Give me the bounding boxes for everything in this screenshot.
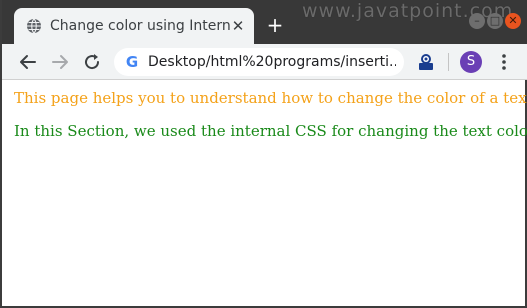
close-icon[interactable]: ✕ bbox=[505, 13, 521, 29]
more-menu-icon[interactable] bbox=[494, 51, 514, 73]
minimize-icon[interactable]: – bbox=[469, 13, 485, 29]
plus-icon[interactable]: + bbox=[264, 14, 286, 36]
url-text[interactable]: Desktop/html%20programs/inserti... bbox=[148, 53, 396, 71]
tab-title: Change color using Intern bbox=[50, 18, 230, 34]
browser-toolbar: G Desktop/html%20programs/inserti... S bbox=[2, 44, 527, 80]
green-paragraph: In this Section, we used the internal CS… bbox=[14, 122, 527, 140]
maximize-icon[interactable]: □ bbox=[487, 13, 503, 29]
browser-window: Change color using Intern ✕ + www.javatp… bbox=[0, 0, 527, 308]
arrow-right-icon[interactable] bbox=[48, 50, 72, 74]
toolbar-divider bbox=[448, 53, 449, 71]
profile-avatar[interactable]: S bbox=[460, 51, 482, 73]
arrow-left-icon[interactable] bbox=[16, 50, 40, 74]
extension-icon[interactable] bbox=[416, 52, 436, 72]
page-content: This page helps you to understand how to… bbox=[2, 81, 527, 306]
address-bar[interactable]: G Desktop/html%20programs/inserti... bbox=[114, 48, 404, 76]
tab-strip: Change color using Intern ✕ + www.javatp… bbox=[2, 0, 527, 44]
browser-tab[interactable]: Change color using Intern ✕ bbox=[14, 8, 254, 44]
orange-paragraph: This page helps you to understand how to… bbox=[14, 89, 527, 107]
globe-icon bbox=[26, 18, 42, 34]
reload-icon[interactable] bbox=[80, 50, 104, 74]
google-g-icon: G bbox=[125, 53, 139, 71]
close-icon[interactable]: ✕ bbox=[230, 18, 246, 34]
